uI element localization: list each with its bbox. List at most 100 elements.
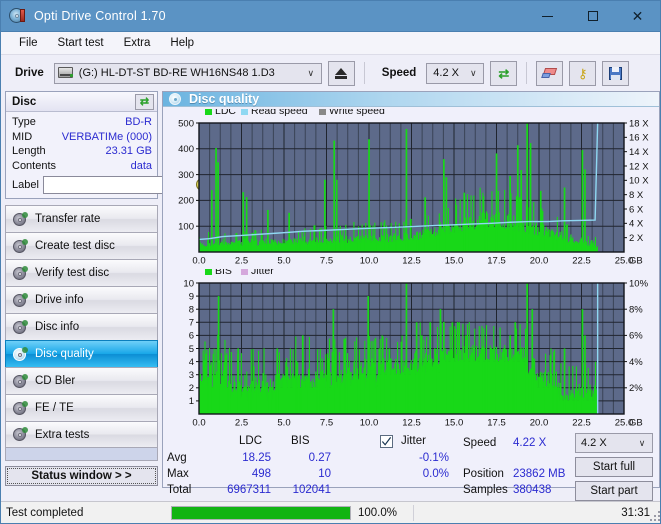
jitter-checkbox[interactable] [380,435,393,449]
bis-chart[interactable]: 1 2 3 4 5 6 7 8 9 10 2% 4% 6% 8% 10% 0.0 2.5 5.0 7.5 10.0 12… [163,269,659,431]
svg-text:Write speed: Write speed [329,109,385,117]
stats-row-max-label: Max [167,468,189,481]
disc-icon [13,400,28,415]
svg-text:15.0: 15.0 [445,256,464,267]
disc-icon [13,265,28,280]
sidebar-item-create-test-disc[interactable]: Create test disc [5,232,158,259]
speed-stat-value: 4.22 X [513,437,547,450]
sidebar-item-cd-bler[interactable]: CD Bler [5,367,158,394]
position-stat-value: 23862 MB [513,468,566,481]
sidebar-spacer [5,448,158,461]
svg-text:10: 10 [183,278,194,289]
progress-bar [171,505,351,520]
svg-text:7.5: 7.5 [320,418,333,429]
stats-max-jitter: 0.0% [422,468,449,481]
sidebar-item-disc-info[interactable]: Disc info [5,313,158,340]
svg-text:2 X: 2 X [629,233,644,244]
close-button[interactable]: ✕ [615,1,660,32]
drive-label: Drive [15,67,44,79]
disc-length-key: Length [12,145,46,158]
content-header: Disc quality [163,92,659,108]
svg-text:2.5: 2.5 [235,418,248,429]
stats-header-bis: BIS [291,435,310,448]
ldc-chart[interactable]: 100 200 300 400 500 2 X 4 X 6 X 8 X 10 X 12 X 14 X 1… [163,109,659,269]
disc-panel-header: Disc ⇄ [6,92,157,112]
speed-select[interactable]: 4.2 X ∨ [426,62,485,84]
disc-mid-value: VERBATIMe (000) [61,130,152,143]
svg-text:9: 9 [189,291,194,302]
svg-text:22.5: 22.5 [572,418,591,429]
svg-text:10.0: 10.0 [360,418,379,429]
svg-text:7: 7 [189,318,194,329]
test-speed-select-value: 4.2 X [581,437,607,450]
speed-label: Speed [381,67,417,79]
svg-text:10 X: 10 X [629,176,649,187]
stats-max-bis: 10 [318,468,331,481]
refresh-icon: ⇄ [498,65,510,81]
disc-type-key: Type [12,116,36,129]
ldc-chart-svg: 100 200 300 400 500 2 X 4 X 6 X 8 X 10 X 12 X 14 X 1… [178,109,649,267]
svg-text:6%: 6% [629,331,643,342]
disc-refresh-button[interactable]: ⇄ [135,93,154,110]
menu-extra[interactable]: Extra [114,34,161,52]
disc-mid-key: MID [12,130,33,143]
sidebar-item-fe-te[interactable]: FE / TE [5,394,158,421]
svg-text:GB: GB [629,256,643,267]
menu-start-test[interactable]: Start test [48,34,114,52]
start-part-button[interactable]: Start part [575,481,653,502]
test-speed-select[interactable]: 4.2 X ∨ [575,433,653,454]
sidebar-item-label: Transfer rate [35,213,101,225]
chevron-down-icon: ∨ [470,67,477,78]
progress-percent: 100.0% [358,506,398,519]
content-panel: Disc quality 100 200 300 400 500 2 X 4 X 6 X 8 X… [162,91,660,502]
svg-text:12 X: 12 X [629,161,649,172]
start-full-button[interactable]: Start full [575,457,653,478]
sidebar-item-transfer-rate[interactable]: Transfer rate [5,205,158,232]
refresh-button[interactable]: ⇄ [490,60,518,86]
sidebar-item-extra-tests[interactable]: Extra tests [5,421,158,448]
svg-text:6 X: 6 X [629,204,644,215]
svg-text:10.0: 10.0 [360,256,379,267]
svg-text:4 X: 4 X [629,219,644,230]
resize-grip-icon[interactable] [648,509,660,521]
status-bar: Test completed 100.0% 31:31 [1,501,660,523]
sidebar-item-verify-test-disc[interactable]: Verify test disc [5,259,158,286]
disc-length-value: 23.31 GB [105,145,152,158]
svg-text:20.0: 20.0 [530,256,549,267]
sidebar-item-label: CD Bler [35,375,76,387]
stats-row-avg-label: Avg [167,452,187,465]
sidebar-item-disc-quality[interactable]: Disc quality [5,340,158,367]
status-window-button[interactable]: Status window > > [5,466,158,486]
svg-text:5.0: 5.0 [277,256,290,267]
stats-panel: LDC BIS Jitter Avg Max Total 18.25 498 6… [163,431,659,502]
sidebar-item-drive-info[interactable]: Drive info [5,286,158,313]
disc-contents-key: Contents [12,159,57,172]
svg-text:200: 200 [178,196,194,207]
elapsed-time: 31:31 [621,506,650,519]
main-area: Disc ⇄ Type BD-R MID VERBATIMe (000) Len… [1,91,660,502]
eject-button[interactable] [327,60,355,86]
save-button[interactable] [602,60,630,86]
window-controls: ✕ [525,1,660,32]
menu-file-label: File [19,37,38,49]
chevron-down-icon: ∨ [638,437,646,448]
maximize-button[interactable] [570,1,615,32]
floppy-save-icon [609,66,623,80]
stats-total-bis: 102041 [292,484,331,497]
toolbar: Drive (G:) HL-DT-ST BD-RE WH16NS48 1.D3 … [1,55,660,91]
speed-stat-label: Speed [463,437,497,450]
svg-text:6: 6 [189,331,194,342]
disc-panel-body: Type BD-R MID VERBATIMe (000) Length 23.… [6,112,210,198]
erase-button[interactable] [536,60,564,86]
drive-select[interactable]: (G:) HL-DT-ST BD-RE WH16NS48 1.D3 ∨ [53,62,322,84]
disc-icon [13,427,28,441]
disc-row-mid: MID VERBATIMe (000) [12,130,152,145]
menu-help[interactable]: Help [160,34,204,52]
sidebar-item-label: Disc info [35,321,80,333]
svg-text:18 X: 18 X [629,118,649,129]
menu-file[interactable]: File [9,34,48,52]
sidebar-item-label: FE / TE [35,402,74,414]
svg-text:4: 4 [189,357,194,368]
minimize-button[interactable] [525,1,570,32]
key-button[interactable]: ⚷ [569,60,597,86]
